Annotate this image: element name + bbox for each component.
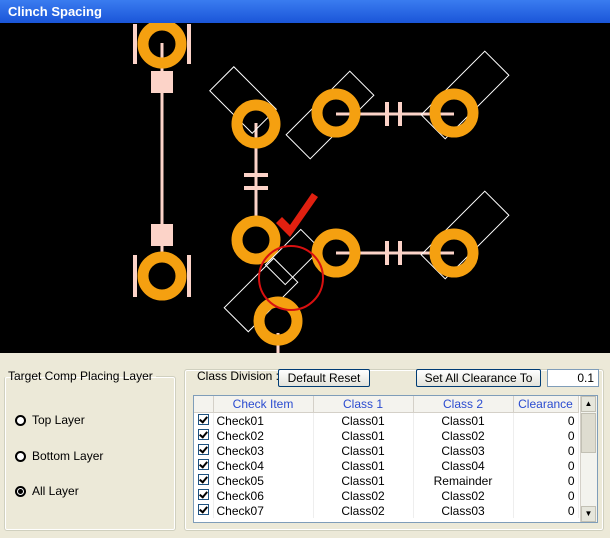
cell-checkbox[interactable] [194, 428, 214, 443]
cell-class2[interactable]: Class01 [413, 412, 514, 428]
cell-checkbox[interactable] [194, 412, 214, 428]
cell-class2[interactable]: Class02 [413, 488, 514, 503]
cell-class2[interactable]: Class03 [413, 443, 514, 458]
clearance-table[interactable]: Check Item Class 1 Class 2 Clearance Che… [193, 395, 598, 523]
cell-clearance[interactable]: 0 [513, 458, 579, 473]
header-check-item[interactable]: Check Item [213, 396, 314, 413]
pad [137, 251, 187, 301]
clearance-value-input[interactable]: 0.1 [547, 369, 599, 387]
cell-class2[interactable]: Remainder [413, 473, 514, 488]
radio-all-layer[interactable]: All Layer [15, 484, 79, 498]
cell-class1[interactable]: Class01 [313, 428, 414, 443]
cap-plate [398, 241, 402, 265]
cap-plate [244, 186, 268, 190]
checkbox-icon[interactable] [197, 413, 209, 425]
courtyard [209, 66, 277, 134]
layer-group-legend: Target Comp Placing Layer [8, 369, 153, 383]
cell-class1[interactable]: Class02 [313, 488, 414, 503]
cell-class1[interactable]: Class01 [313, 443, 414, 458]
table-row[interactable]: Check07 Class02 Class03 0 [194, 503, 579, 518]
layer-group: Target Comp Placing Layer Top Layer Bott… [4, 369, 176, 531]
header-class1[interactable]: Class 1 [313, 396, 414, 413]
cap-plate [385, 241, 389, 265]
class-division-group: Class Division : Default Reset Set All C… [184, 369, 604, 531]
checkbox-icon[interactable] [197, 503, 209, 515]
pad-bracket [187, 255, 191, 297]
check-mark-icon [276, 193, 318, 237]
cell-checkbox[interactable] [194, 503, 214, 518]
table-row[interactable]: Check01 Class01 Class01 0 [194, 412, 579, 428]
pad-square [151, 224, 173, 246]
window-title: Clinch Spacing [0, 0, 610, 23]
cell-clearance[interactable]: 0 [513, 488, 579, 503]
cell-check-item[interactable]: Check06 [213, 488, 314, 503]
radio-top-layer[interactable]: Top Layer [15, 413, 85, 427]
table-row[interactable]: Check03 Class01 Class03 0 [194, 443, 579, 458]
pad-bracket [133, 255, 137, 297]
scroll-down-icon[interactable]: ▼ [581, 506, 596, 522]
cell-check-item[interactable]: Check03 [213, 443, 314, 458]
radio-icon[interactable] [15, 414, 26, 426]
pcb-diagram [133, 23, 510, 353]
cell-clearance[interactable]: 0 [513, 473, 579, 488]
cell-class1[interactable]: Class01 [313, 458, 414, 473]
cell-class2[interactable]: Class04 [413, 458, 514, 473]
table-row[interactable]: Check04 Class01 Class04 0 [194, 458, 579, 473]
settings-panel: Target Comp Placing Layer Top Layer Bott… [0, 353, 610, 538]
pad-square [151, 71, 173, 93]
class-division-label: Class Division : [197, 369, 280, 383]
checkbox-icon[interactable] [197, 458, 209, 470]
table-row[interactable]: Check06 Class02 Class02 0 [194, 488, 579, 503]
cell-clearance[interactable]: 0 [513, 503, 579, 518]
default-reset-button[interactable]: Default Reset [278, 369, 370, 387]
radio-label: All Layer [32, 484, 79, 498]
cell-clearance[interactable]: 0 [513, 428, 579, 443]
table-header-row: Check Item Class 1 Class 2 Clearance [194, 396, 579, 413]
radio-icon-selected[interactable] [15, 485, 26, 497]
radio-bottom-layer[interactable]: Bottom Layer [15, 449, 103, 463]
cell-check-item[interactable]: Check05 [213, 473, 314, 488]
checkbox-icon[interactable] [197, 473, 209, 485]
checkbox-icon[interactable] [197, 488, 209, 500]
cell-check-item[interactable]: Check04 [213, 458, 314, 473]
cell-check-item[interactable]: Check02 [213, 428, 314, 443]
cell-class1[interactable]: Class01 [313, 473, 414, 488]
radio-label: Bottom Layer [32, 449, 104, 463]
pad-bracket [187, 24, 191, 64]
radio-icon[interactable] [15, 450, 26, 462]
pad-bracket [133, 24, 137, 64]
cell-clearance[interactable]: 0 [513, 412, 579, 428]
checkbox-icon[interactable] [197, 428, 209, 440]
cell-checkbox[interactable] [194, 488, 214, 503]
cell-class1[interactable]: Class02 [313, 503, 414, 518]
cell-checkbox[interactable] [194, 458, 214, 473]
checkbox-icon[interactable] [197, 443, 209, 455]
scroll-up-icon[interactable]: ▲ [581, 396, 596, 412]
cell-check-item[interactable]: Check07 [213, 503, 314, 518]
scroll-thumb[interactable] [581, 413, 596, 453]
table-scrollbar[interactable]: ▲ ▼ [580, 396, 597, 522]
header-clearance[interactable]: Clearance [513, 396, 579, 413]
cell-checkbox[interactable] [194, 443, 214, 458]
header-class2[interactable]: Class 2 [413, 396, 514, 413]
cell-class2[interactable]: Class02 [413, 428, 514, 443]
cap-plate [244, 173, 268, 177]
radio-label: Top Layer [32, 413, 85, 427]
set-all-clearance-button[interactable]: Set All Clearance To [416, 369, 541, 387]
cell-checkbox[interactable] [194, 473, 214, 488]
table-row[interactable]: Check02 Class01 Class02 0 [194, 428, 579, 443]
cap-plate [385, 102, 389, 126]
cell-check-item[interactable]: Check01 [213, 412, 314, 428]
cell-clearance[interactable]: 0 [513, 443, 579, 458]
header-check [194, 396, 214, 413]
table-row[interactable]: Check05 Class01 Remainder 0 [194, 473, 579, 488]
cell-class1[interactable]: Class01 [313, 412, 414, 428]
pcb-preview [0, 23, 610, 353]
cell-class2[interactable]: Class03 [413, 503, 514, 518]
cap-plate [398, 102, 402, 126]
